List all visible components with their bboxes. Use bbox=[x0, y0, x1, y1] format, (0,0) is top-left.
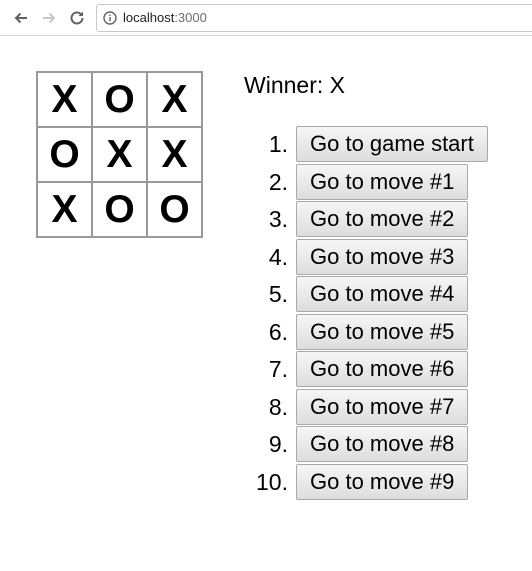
game-status: Winner: X bbox=[244, 72, 345, 98]
go-to-move-button[interactable]: Go to move #3 bbox=[296, 238, 469, 275]
move-number: 7. bbox=[268, 356, 288, 382]
move-list-item: 3. Go to move #2 bbox=[244, 201, 504, 239]
board-square[interactable]: X bbox=[91, 126, 148, 183]
forward-arrow-icon bbox=[43, 12, 56, 24]
board-row: O X X bbox=[36, 126, 203, 183]
board-square[interactable]: O bbox=[91, 181, 148, 238]
move-list-item: 9. Go to move #8 bbox=[244, 426, 504, 464]
board-square[interactable]: X bbox=[36, 71, 93, 128]
move-number: 3. bbox=[268, 206, 288, 232]
board-row: X O O bbox=[36, 181, 203, 238]
move-list-item: 10. Go to move #9 bbox=[244, 463, 504, 502]
game-board: X O X O X X X O O bbox=[36, 71, 203, 238]
move-number: 9. bbox=[268, 431, 288, 457]
address-bar[interactable]: localhost:3000 bbox=[96, 4, 532, 32]
move-number: 2. bbox=[268, 168, 288, 195]
go-to-move-button[interactable]: Go to move #7 bbox=[296, 388, 469, 425]
move-history-list: 1. Go to game start 2. Go to move #1 3. … bbox=[244, 126, 504, 501]
back-button[interactable] bbox=[10, 7, 32, 29]
url-host: localhost bbox=[123, 10, 175, 25]
back-arrow-icon bbox=[14, 12, 27, 24]
forward-button[interactable] bbox=[38, 7, 60, 29]
move-list-item: 1. Go to game start bbox=[244, 126, 504, 164]
board-square[interactable]: X bbox=[146, 71, 203, 128]
info-icon[interactable] bbox=[103, 11, 117, 25]
reload-button[interactable] bbox=[66, 7, 88, 29]
move-list-item: 4. Go to move #3 bbox=[244, 238, 504, 277]
go-to-move-button[interactable]: Go to move #6 bbox=[296, 351, 469, 387]
go-to-move-button[interactable]: Go to move #9 bbox=[296, 463, 469, 500]
move-number: 6. bbox=[268, 318, 288, 345]
go-to-move-button[interactable]: Go to move #5 bbox=[296, 313, 469, 350]
move-number: 1. bbox=[268, 131, 288, 157]
board-square[interactable]: X bbox=[36, 181, 93, 238]
move-list-item: 5. Go to move #4 bbox=[244, 276, 504, 314]
game-info: Winner: X bbox=[244, 70, 345, 100]
board-square[interactable]: O bbox=[36, 126, 93, 183]
move-number: 10. bbox=[256, 468, 288, 495]
go-to-move-button[interactable]: Go to game start bbox=[296, 126, 488, 162]
go-to-move-button[interactable]: Go to move #4 bbox=[296, 276, 469, 312]
browser-toolbar: localhost:3000 bbox=[0, 0, 532, 36]
move-list-item: 6. Go to move #5 bbox=[244, 313, 504, 352]
go-to-move-button[interactable]: Go to move #8 bbox=[296, 426, 469, 462]
move-list-item: 7. Go to move #6 bbox=[244, 351, 504, 389]
url-text: localhost:3000 bbox=[123, 10, 207, 25]
go-to-move-button[interactable]: Go to move #2 bbox=[296, 201, 469, 237]
board-square[interactable]: X bbox=[146, 126, 203, 183]
reload-icon bbox=[70, 11, 84, 25]
board-square[interactable]: O bbox=[146, 181, 203, 238]
move-list-item: 2. Go to move #1 bbox=[244, 163, 504, 202]
go-to-move-button[interactable]: Go to move #1 bbox=[296, 163, 469, 200]
board-square[interactable]: O bbox=[91, 71, 148, 128]
move-number: 5. bbox=[268, 281, 288, 307]
move-number: 8. bbox=[268, 393, 288, 420]
move-list-item: 8. Go to move #7 bbox=[244, 388, 504, 427]
url-port: :3000 bbox=[174, 10, 207, 25]
move-number: 4. bbox=[268, 243, 288, 270]
board-row: X O X bbox=[36, 71, 203, 128]
